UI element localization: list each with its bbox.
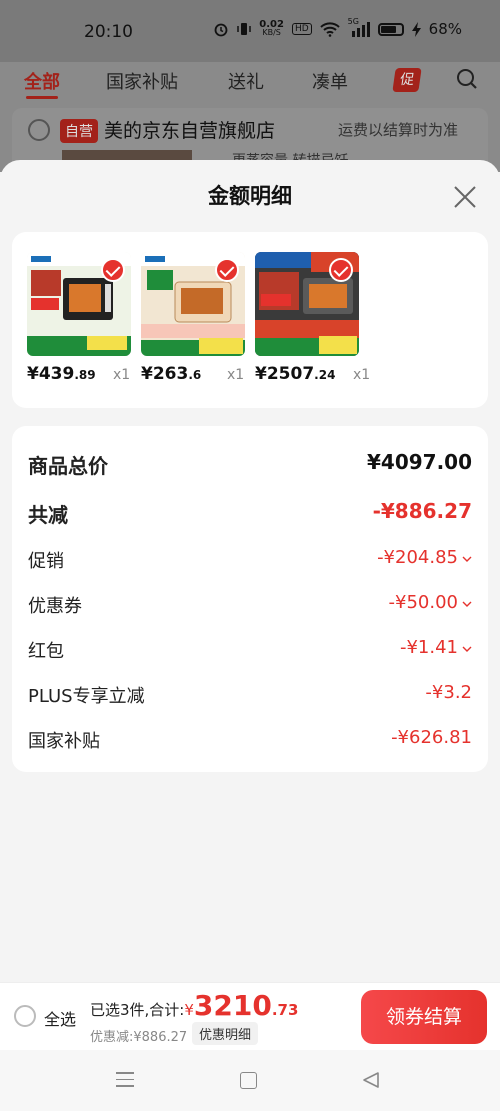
product-qty: x1 [227, 367, 245, 383]
cart-page-dimmed: 全部 国家补贴 送礼 凑单 促 自营 美的京东自营旗舰店 运费以结算时为准 更蒸… [0, 62, 500, 178]
product-price: ¥2507.24 [255, 364, 335, 384]
total-currency: ¥ [184, 1001, 194, 1019]
saved-amount: 优惠减:¥886.27 [90, 1030, 188, 1045]
row-value: -¥626.81 [391, 727, 472, 748]
row-label: 共减 [28, 503, 68, 527]
promo-icon[interactable]: 促 [392, 68, 422, 92]
selected-count-text: 已选3件,合计: [90, 1001, 185, 1019]
chevron-down-icon[interactable] [462, 600, 472, 608]
row-label: 促销 [28, 551, 64, 572]
row-label: PLUS专享立减 [28, 686, 145, 707]
product-image [255, 252, 359, 356]
price-int: ¥439 [27, 364, 75, 384]
cart-tabs: 全部 国家补贴 送礼 凑单 促 [0, 62, 500, 106]
battery-percent: 68% [428, 20, 462, 38]
tab-all[interactable]: 全部 [24, 68, 60, 94]
selected-check-icon [215, 258, 239, 282]
row-value-wrap: -¥204.85 [377, 547, 472, 568]
price-dec: .24 [314, 368, 336, 382]
selected-check-icon [329, 258, 353, 282]
price-int: ¥2507 [255, 364, 315, 384]
row-red-packet[interactable]: 红包 -¥1.41 [28, 637, 472, 663]
price-dec: .6 [188, 368, 202, 382]
self-operated-tag: 自营 [60, 119, 98, 143]
tab-underline [26, 96, 58, 99]
row-coupon[interactable]: 优惠券 -¥50.00 [28, 592, 472, 618]
checkout-button[interactable]: 领券结算 [361, 990, 487, 1044]
row-value: -¥886.27 [372, 499, 472, 523]
product-item[interactable]: ¥263.6 x1 [141, 252, 245, 384]
price-dec: .89 [74, 368, 96, 382]
total-line: 已选3件,合计:¥3210.73 [90, 989, 298, 1022]
status-bar: 20:10 0.02 KB/S HD 5G 68% [0, 0, 500, 62]
row-label: 国家补贴 [28, 731, 100, 752]
row-value: -¥204.85 [377, 547, 458, 568]
store-name[interactable]: 美的京东自营旗舰店 [104, 116, 275, 143]
product-list: ¥439.89 x1 ¥263.6 x1 ¥2507.24 x1 [12, 232, 488, 408]
chevron-down-icon[interactable] [462, 555, 472, 563]
product-item[interactable]: ¥2507.24 x1 [255, 252, 370, 384]
price-int: ¥263 [141, 364, 189, 384]
back-icon[interactable] [362, 1071, 380, 1089]
row-value: -¥3.2 [425, 682, 472, 703]
product-image [141, 252, 245, 356]
checkout-bar: 全选 已选3件,合计:¥3210.73 优惠减:¥886.27 优惠明细 领券结… [0, 982, 500, 1050]
menu-icon[interactable] [116, 1072, 134, 1088]
network-speed: 0.02 KB/S [259, 20, 284, 37]
select-all-label[interactable]: 全选 [44, 1006, 76, 1030]
signal-icon: 5G [348, 17, 370, 37]
row-value: ¥4097.00 [366, 450, 472, 474]
shipping-note: 运费以结算时为准 [338, 121, 459, 139]
selected-check-icon [101, 258, 125, 282]
product-qty: x1 [113, 367, 131, 383]
speed-unit: KB/S [262, 28, 281, 37]
row-national-subsidy: 国家补贴 -¥626.81 [28, 727, 472, 753]
row-label: 优惠券 [28, 596, 82, 617]
tab-gift[interactable]: 送礼 [228, 68, 264, 94]
store-select-radio[interactable] [28, 119, 50, 141]
amount-detail-sheet: 金额明细 ¥439.89 x1 ¥263.6 x1 ¥2507.24 x1 商品… [0, 160, 500, 982]
product-price: ¥439.89 [27, 364, 96, 384]
row-total-discount: 共减 -¥886.27 [28, 499, 472, 527]
total-dec: .73 [271, 1001, 299, 1019]
sheet-title: 金额明细 [208, 184, 292, 208]
system-nav-bar [0, 1050, 500, 1111]
charging-icon [411, 21, 421, 37]
row-label: 红包 [28, 641, 64, 662]
tab-national-subsidy[interactable]: 国家补贴 [106, 68, 178, 94]
price-summary: 商品总价 ¥4097.00 共减 -¥886.27 促销 -¥204.85 优惠… [12, 426, 488, 772]
row-value: -¥1.41 [399, 637, 458, 658]
alarm-icon [214, 23, 228, 37]
select-all-radio[interactable] [14, 1005, 36, 1027]
product-item[interactable]: ¥439.89 x1 [27, 252, 131, 384]
vibrate-icon [237, 23, 252, 35]
chevron-down-icon[interactable] [462, 645, 472, 653]
product-price: ¥263.6 [141, 364, 201, 384]
battery-icon [377, 22, 404, 36]
discount-detail-button[interactable]: 优惠明细 [192, 1022, 259, 1045]
hd-badge: HD [291, 23, 312, 35]
status-icons: 0.02 KB/S HD 5G 68% [213, 17, 462, 38]
row-value: -¥50.00 [388, 592, 458, 613]
row-value-wrap: -¥1.41 [400, 637, 472, 658]
row-label: 商品总价 [28, 454, 108, 478]
product-qty: x1 [353, 367, 371, 383]
total-int: 3210 [193, 989, 272, 1022]
row-promotion[interactable]: 促销 -¥204.85 [28, 547, 472, 573]
search-icon[interactable] [456, 68, 478, 90]
close-icon[interactable] [452, 184, 478, 210]
product-image [27, 252, 131, 356]
row-value-wrap: -¥50.00 [389, 592, 472, 613]
wifi-icon [319, 22, 340, 37]
tab-add-on[interactable]: 凑单 [312, 68, 348, 94]
status-time: 20:10 [84, 22, 133, 42]
home-icon[interactable] [240, 1072, 257, 1089]
row-plus-discount: PLUS专享立减 -¥3.2 [28, 682, 472, 708]
row-total-price: 商品总价 ¥4097.00 [28, 450, 472, 478]
